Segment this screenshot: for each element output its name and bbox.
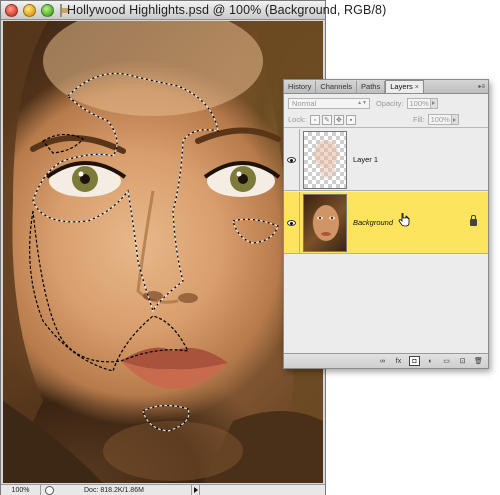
image-canvas[interactable] [3, 21, 323, 483]
eye-icon [287, 156, 296, 163]
portrait-image [3, 21, 323, 483]
tab-paths[interactable]: Paths [357, 81, 386, 93]
trash-icon[interactable]: 🗑 [473, 356, 484, 366]
lock-transparency-button[interactable]: ▫ [309, 114, 320, 125]
blend-mode-value: Normal [292, 98, 317, 108]
opacity-label: Opacity: [376, 98, 404, 108]
layer-list: Layer 1 Background [284, 128, 488, 352]
link-layers-icon[interactable]: ∞ [377, 356, 388, 366]
fill-field[interactable]: 100% [427, 114, 452, 125]
zoom-level-field[interactable]: 100% [1, 485, 41, 495]
tab-history[interactable]: History [284, 81, 317, 93]
zoom-window-button[interactable] [41, 3, 54, 17]
status-info-icon[interactable] [45, 485, 54, 495]
eye-icon [287, 219, 296, 226]
layer-lock-icon [470, 215, 477, 226]
document-size-info: Doc: 818.2K/1.86M [84, 486, 144, 494]
layer-thumbnail [303, 130, 347, 189]
fx-icon[interactable]: fx [393, 356, 404, 366]
folder-icon[interactable]: ▭ [441, 356, 452, 366]
mask-icon[interactable]: ◘ [409, 356, 420, 366]
lock-position-button[interactable]: ✥ [333, 114, 344, 125]
opacity-slider-arrow-icon[interactable] [430, 97, 438, 109]
visibility-toggle[interactable] [284, 191, 300, 254]
tab-layers-label: Layers [390, 82, 413, 91]
tab-layers[interactable]: Layers × [385, 80, 424, 93]
opacity-field[interactable]: 100% [406, 97, 431, 109]
lock-row: Lock: ▫ ✎ ✥ ▪ Fill: 100% [284, 112, 488, 128]
lock-label: Lock: [288, 115, 306, 124]
adjustment-icon[interactable]: ◐ [425, 356, 436, 366]
document-titlebar[interactable]: Hollywood Highlights.psd @ 100% (Backgro… [1, 1, 386, 20]
blend-row: Normal ▲▼ Opacity: 100% [284, 95, 488, 111]
layer-row-background[interactable]: Background [284, 191, 488, 254]
panel-footer: ∞ fx ◘ ◐ ▭ ⊡ 🗑 [284, 353, 488, 368]
blend-mode-select[interactable]: Normal ▲▼ [288, 97, 370, 109]
tab-channels[interactable]: Channels [316, 81, 358, 93]
psd-file-icon [60, 3, 68, 17]
tab-close-icon[interactable]: × [415, 84, 419, 91]
close-window-button[interactable] [5, 3, 18, 17]
document-window: Hollywood Highlights.psd @ 100% (Backgro… [0, 0, 386, 495]
window-controls [5, 3, 54, 17]
fill-label: Fill: [412, 115, 425, 124]
hand-cursor-icon [398, 212, 410, 232]
panel-menu-icon[interactable]: ▸≡ [478, 83, 485, 90]
lock-pixels-button[interactable]: ✎ [321, 114, 332, 125]
lock-all-button[interactable]: ▪ [345, 114, 356, 125]
status-menu-arrow-icon[interactable] [191, 485, 200, 495]
panel-tab-bar: History Channels Paths Layers × ▸≡ [284, 80, 488, 94]
layer-name: Layer 1 [353, 155, 379, 164]
layer-thumbnail [303, 193, 347, 252]
status-bar: 100% Doc: 818.2K/1.86M [1, 484, 325, 495]
layers-panel: History Channels Paths Layers × ▸≡ Normal… [283, 79, 489, 369]
visibility-toggle[interactable] [284, 128, 300, 191]
layer-name: Background [353, 218, 394, 227]
minimize-window-button[interactable] [23, 3, 36, 17]
fill-slider-arrow-icon[interactable] [451, 114, 459, 125]
layer-row-layer-1[interactable]: Layer 1 [284, 128, 488, 191]
document-title: Hollywood Highlights.psd @ 100% (Backgro… [67, 3, 387, 17]
select-arrows-icon: ▲▼ [357, 100, 367, 106]
new-layer-icon[interactable]: ⊡ [457, 356, 468, 366]
